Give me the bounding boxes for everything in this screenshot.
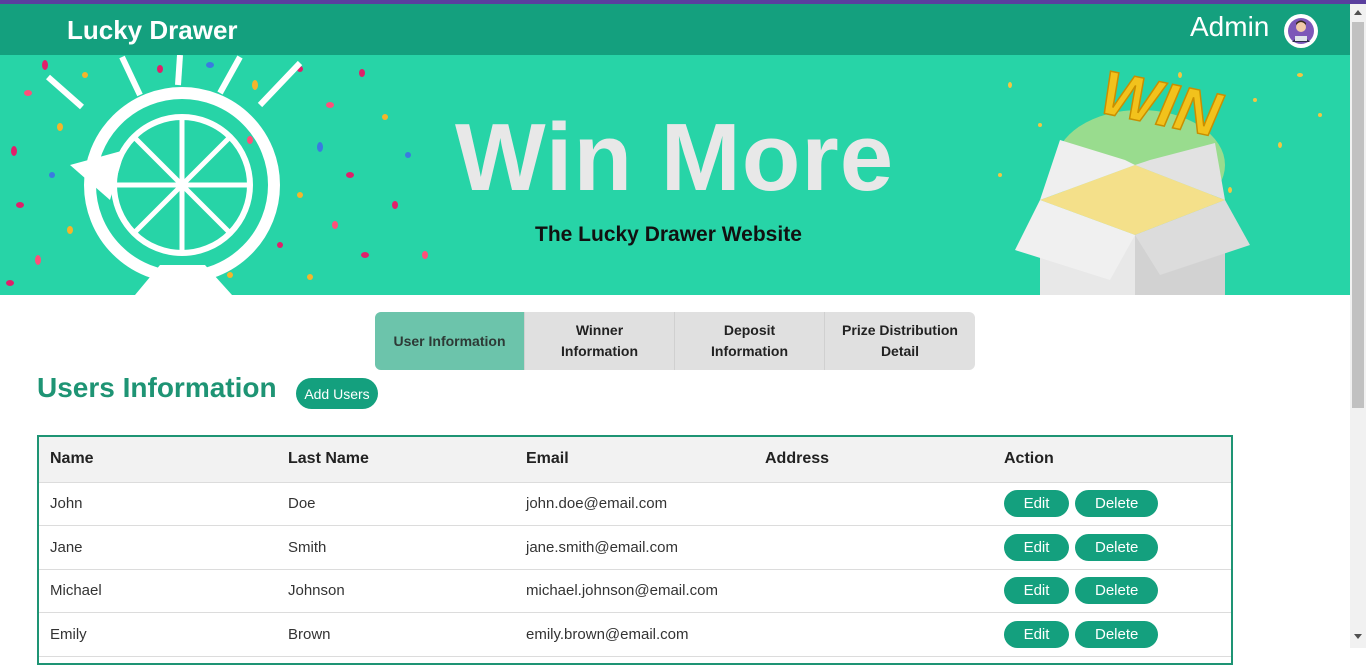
delete-button[interactable]: Delete [1075,533,1159,561]
cell-last-name: Johnson [277,569,515,613]
cell-actions: Edit Delete [993,612,1231,657]
user-avatar-icon[interactable] [1284,14,1318,48]
users-table: Name Last Name Email Address Action John… [37,435,1233,665]
scrollbar-thumb[interactable] [1352,22,1364,408]
cell-last-name: Doe [277,482,515,526]
table-row: John Doe john.doe@email.com Edit Delete [39,482,1231,526]
cell-last-name: Smith [277,525,515,570]
section-title: Users Information [37,372,277,403]
edit-button[interactable]: Edit [1004,490,1069,518]
scroll-up-arrow-icon[interactable] [1354,10,1362,15]
banner-subtitle: The Lucky Drawer Website [535,223,802,246]
brand-title[interactable]: Lucky Drawer [67,15,238,46]
cell-last-name: Brown [277,612,515,657]
cell-name: Emily [39,612,277,657]
tab-bar: User Information Winner Information Depo… [375,312,975,370]
cell-actions: Edit Delete [993,525,1231,570]
banner-title: Win More [455,104,895,211]
cell-email: jane.smith@email.com [515,525,754,570]
table-row: Jane Smith jane.smith@email.com Edit Del… [39,525,1231,570]
delete-button[interactable]: Delete [1075,577,1159,605]
cell-actions: Edit Delete [993,569,1231,613]
cell-name: John [39,482,277,526]
hero-banner: WIN Win More The Lucky Drawer Website [0,55,1350,295]
delete-button[interactable]: Delete [1075,620,1159,648]
scroll-down-arrow-icon[interactable] [1354,634,1362,639]
header-last-name: Last Name [277,437,515,483]
tab-winner-information[interactable]: Winner Information [525,312,675,370]
navbar: Lucky Drawer Admin [0,4,1350,55]
delete-button[interactable]: Delete [1075,490,1159,518]
header-email: Email [515,437,754,483]
cell-address [754,525,993,570]
edit-button[interactable]: Edit [1004,620,1069,648]
edit-button[interactable]: Edit [1004,577,1069,605]
add-users-button[interactable]: Add Users [296,378,378,409]
table-row: Michael Johnson michael.johnson@email.co… [39,569,1231,613]
cell-name: Michael [39,569,277,613]
table-header-row: Name Last Name Email Address Action [39,437,1231,483]
page-scrollbar[interactable] [1350,4,1366,648]
header-action: Action [993,437,1231,483]
tab-prize-distribution-detail[interactable]: Prize Distribution Detail [825,312,975,370]
tab-deposit-information[interactable]: Deposit Information [675,312,825,370]
cell-actions: Edit Delete [993,482,1231,526]
table-row: Emily Brown emily.brown@email.com Edit D… [39,612,1231,657]
admin-label[interactable]: Admin [1190,11,1269,43]
cell-email: john.doe@email.com [515,482,754,526]
header-address: Address [754,437,993,483]
cell-address [754,569,993,613]
cell-email: michael.johnson@email.com [515,569,754,613]
edit-button[interactable]: Edit [1004,533,1069,561]
cell-email: emily.brown@email.com [515,612,754,657]
cell-address [754,482,993,526]
cell-address [754,612,993,657]
header-name: Name [39,437,277,483]
cell-name: Jane [39,525,277,570]
tab-user-information[interactable]: User Information [375,312,525,370]
